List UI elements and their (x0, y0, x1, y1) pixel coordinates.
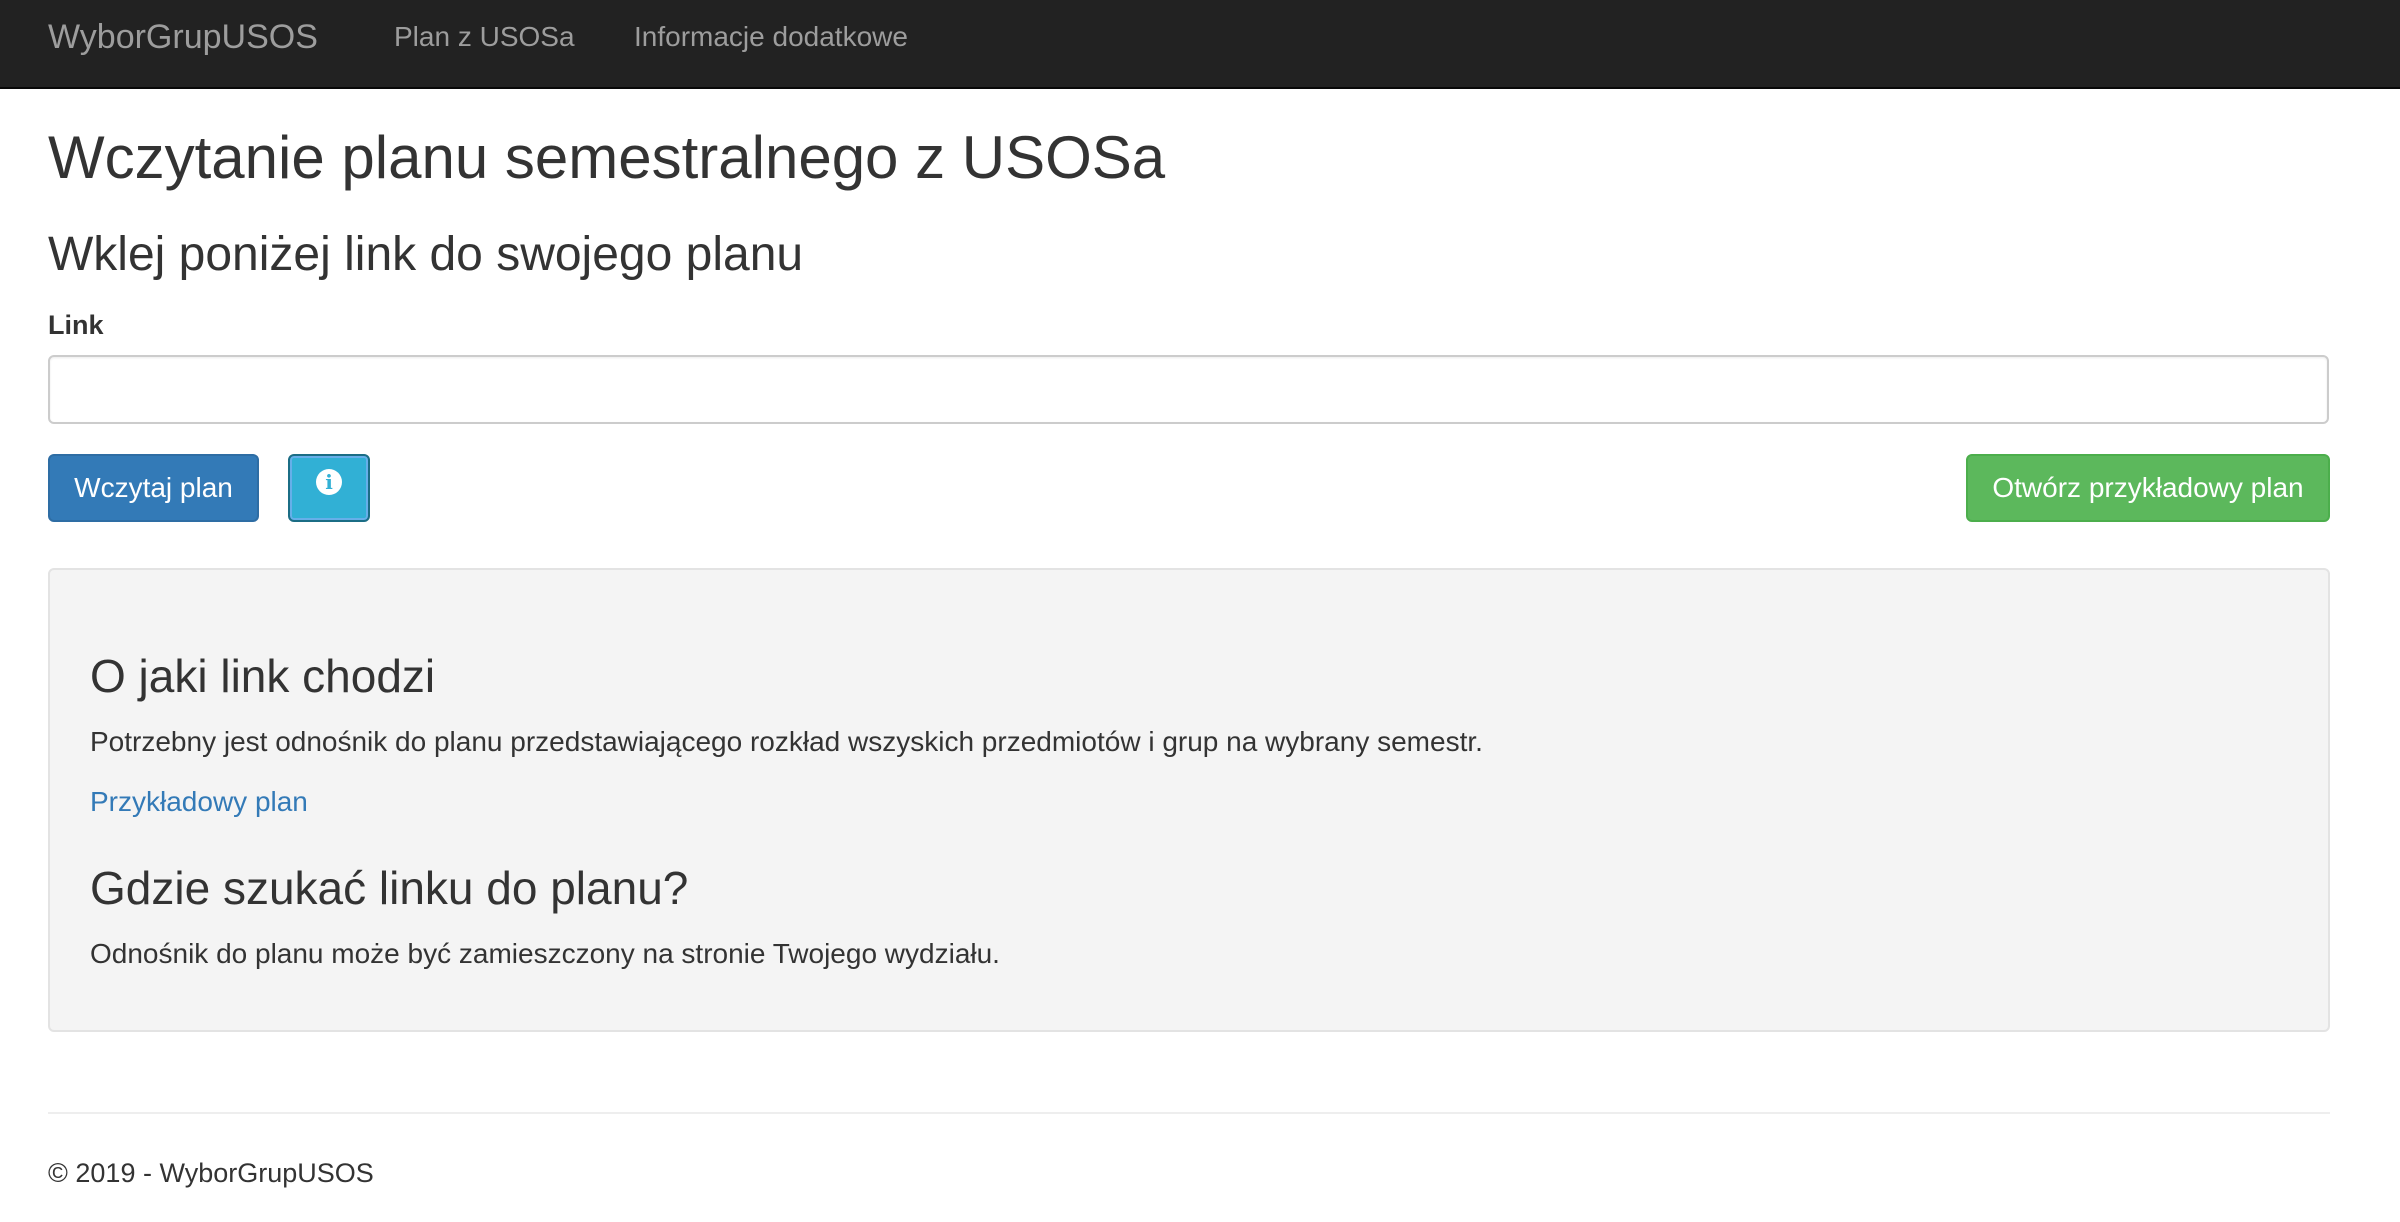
nav-link-informacje-dodatkowe[interactable]: Informacje dodatkowe (634, 19, 908, 55)
page-title: Wczytanie planu semestralnego z USOSa (48, 124, 1166, 191)
help-text-which-link: Potrzebny jest odnośnik do planu przedst… (90, 726, 1483, 757)
help-text-where-to-find: Odnośnik do planu może być zamieszczony … (90, 938, 1000, 969)
load-plan-button[interactable]: Wczytaj plan (48, 454, 259, 522)
help-panel: O jaki link chodzi Potrzebny jest odnośn… (48, 568, 2330, 1032)
example-plan-link[interactable]: Przykładowy plan (90, 784, 308, 820)
footer-divider (48, 1112, 2330, 1114)
info-button[interactable]: i (288, 454, 370, 522)
link-input[interactable] (48, 355, 2329, 424)
info-circle-icon: i (316, 468, 342, 495)
footer-copyright: © 2019 - WyborGrupUSOS (48, 1158, 374, 1188)
nav-link-plan-z-usosa[interactable]: Plan z USOSa (394, 19, 575, 55)
help-heading-where-to-find: Gdzie szukać linku do planu? (90, 862, 689, 914)
page-subtitle: Wklej poniżej link do swojego planu (48, 228, 804, 281)
link-field-label: Link (48, 310, 104, 340)
open-example-plan-button[interactable]: Otwórz przykładowy plan (1966, 454, 2330, 522)
top-navbar: WyborGrupUSOS Plan z USOSa Informacje do… (0, 0, 2400, 89)
brand-link[interactable]: WyborGrupUSOS (48, 16, 318, 58)
help-heading-which-link: O jaki link chodzi (90, 650, 436, 702)
